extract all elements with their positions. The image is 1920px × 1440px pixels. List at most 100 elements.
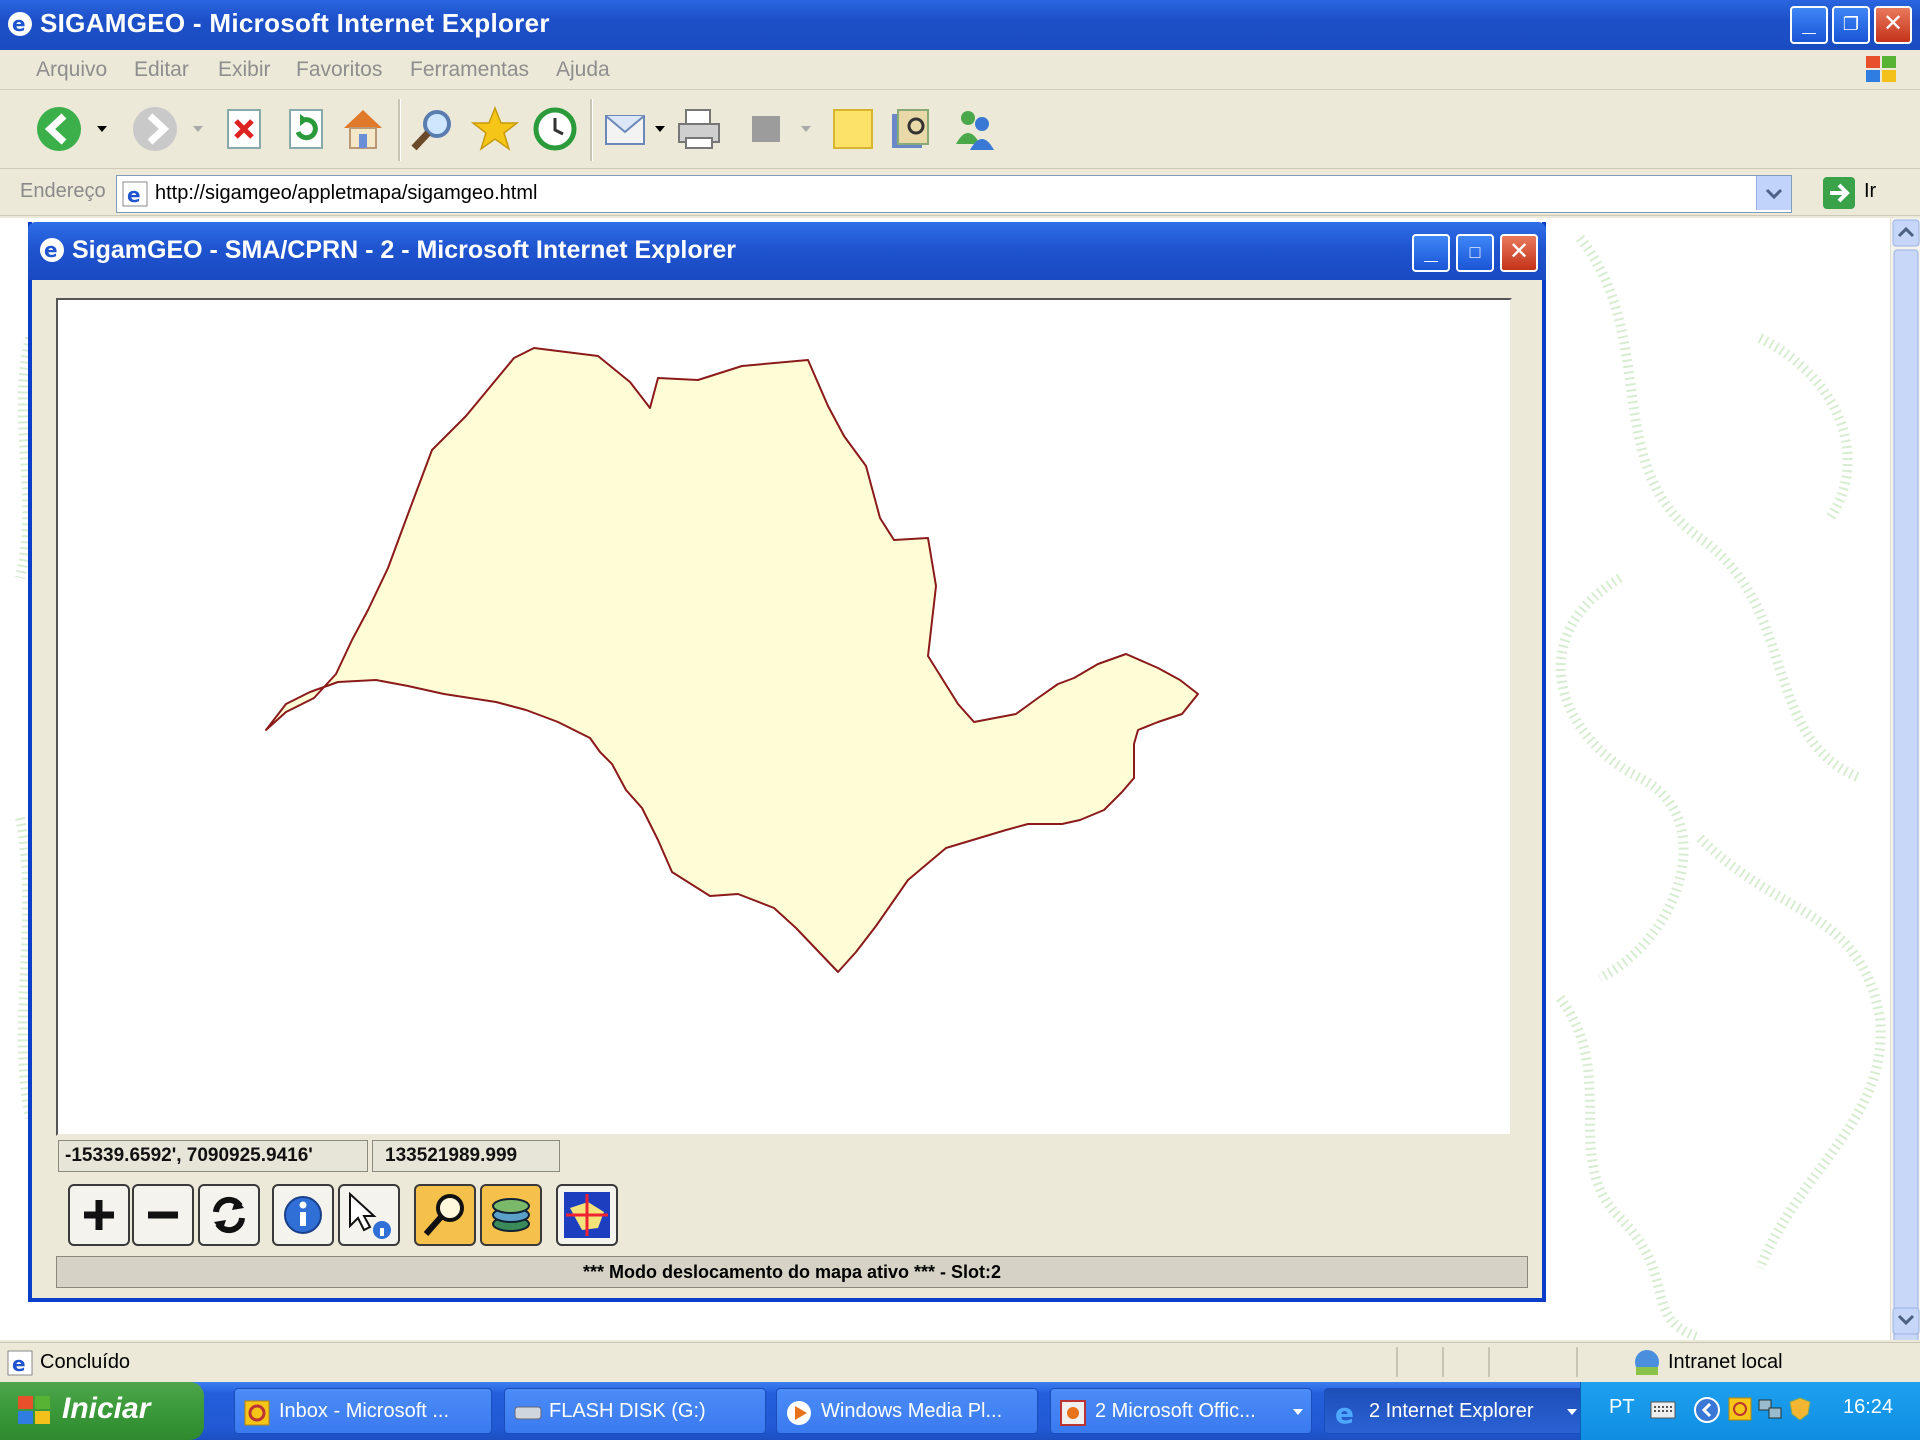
ie-icon: e [8, 12, 32, 36]
search-icon[interactable] [408, 104, 458, 154]
note-icon[interactable] [828, 104, 878, 154]
info-icon [284, 1196, 322, 1234]
edit-icon[interactable] [742, 104, 792, 154]
main-window-titlebar[interactable]: e SIGAMGEO - Microsoft Internet Explorer… [0, 0, 1920, 50]
keyboard-icon[interactable] [1649, 1398, 1677, 1422]
address-dropdown[interactable] [1756, 176, 1791, 210]
menu-favoritos[interactable]: Favoritos [296, 58, 382, 82]
refresh-tool[interactable] [198, 1184, 260, 1246]
popup-maximize-button[interactable]: □ [1456, 234, 1494, 272]
scrollbar-track [1892, 219, 1920, 1357]
chevron-down-icon [1765, 188, 1783, 200]
task-label: 2 Microsoft Offic... [1095, 1400, 1256, 1422]
media-player-icon [787, 1401, 811, 1425]
intranet-zone-icon [1635, 1350, 1659, 1375]
minus-icon [148, 1211, 178, 1219]
restore-button[interactable]: ❐ [1832, 6, 1870, 44]
layers-tool[interactable] [480, 1184, 542, 1246]
security-zone-text: Intranet local [1668, 1351, 1783, 1373]
coordinates-readout: -15339.6592', 7090925.9416' [58, 1140, 368, 1172]
history-icon[interactable] [530, 104, 580, 154]
group-arrow-icon [1293, 1409, 1303, 1415]
plus-icon [84, 1200, 114, 1230]
go-label: Ir [1864, 180, 1877, 202]
popup-close-button[interactable]: ✕ [1500, 234, 1538, 272]
vertical-scrollbar[interactable] [1890, 218, 1920, 1357]
print-icon[interactable] [674, 104, 724, 154]
address-bar: Endereço e http://sigamgeo/appletmapa/si… [0, 170, 1920, 216]
zoom-out-tool[interactable] [132, 1184, 194, 1246]
popup-titlebar[interactable]: e SigamGEO - SMA/CPRN - 2 - Microsoft In… [28, 222, 1546, 280]
task-inbox[interactable]: Inbox - Microsoft ... [234, 1388, 492, 1434]
status-bar: e Concluído Intranet local [0, 1342, 1920, 1380]
info-tool[interactable] [272, 1184, 334, 1246]
clock[interactable]: 16:24 [1843, 1396, 1893, 1419]
refresh-icon [213, 1196, 245, 1234]
network-icon[interactable] [1757, 1396, 1783, 1422]
ie-page-icon: e [122, 181, 148, 207]
menu-exibir[interactable]: Exibir [218, 58, 271, 82]
language-indicator[interactable]: PT [1609, 1396, 1635, 1419]
ie-icon: e [1335, 1399, 1354, 1427]
dropdown-icon[interactable] [92, 104, 112, 154]
favorites-icon[interactable] [470, 104, 520, 154]
svg-text:e: e [1335, 1399, 1354, 1427]
outlook-icon [244, 1400, 270, 1426]
scale-readout: 133521989.999 [372, 1140, 560, 1172]
ie-icon: e [40, 238, 64, 262]
dropdown-icon[interactable] [652, 104, 668, 154]
research-icon[interactable] [886, 104, 936, 154]
menu-editar[interactable]: Editar [134, 58, 189, 82]
office-icon [1060, 1400, 1086, 1426]
svg-text:e: e [127, 183, 141, 207]
show-hidden-icons-chevron-icon[interactable] [1693, 1396, 1721, 1424]
menu-bar: Arquivo Editar Exibir Favoritos Ferramen… [0, 50, 1920, 90]
main-window-title: SIGAMGEO - Microsoft Internet Explorer [40, 8, 550, 38]
dropdown-icon[interactable] [798, 104, 814, 154]
task-label: FLASH DISK (G:) [549, 1400, 706, 1422]
task-internet-explorer[interactable]: e 2 Internet Explorer [1324, 1388, 1586, 1434]
task-label: Windows Media Pl... [821, 1400, 1003, 1422]
sao-paulo-state-map[interactable] [58, 300, 1510, 1134]
menu-arquivo[interactable]: Arquivo [36, 58, 107, 82]
home-icon[interactable] [338, 104, 388, 154]
select-info-tool[interactable] [338, 1184, 400, 1246]
mode-status-bar: *** Modo deslocamento do mapa ativo *** … [56, 1256, 1528, 1288]
close-button[interactable]: ✕ [1874, 6, 1912, 44]
state-shape [265, 347, 1199, 973]
start-button[interactable]: Iniciar [0, 1382, 204, 1440]
full-extent-icon [564, 1192, 610, 1238]
popup-minimize-button[interactable]: _ [1412, 234, 1450, 272]
menu-ferramentas[interactable]: Ferramentas [410, 58, 529, 82]
pan-tool[interactable] [414, 1184, 476, 1246]
security-shield-icon[interactable] [1787, 1396, 1813, 1422]
task-media-player[interactable]: Windows Media Pl... [776, 1388, 1038, 1434]
go-arrow-icon [1823, 177, 1855, 209]
address-input[interactable]: e http://sigamgeo/appletmapa/sigamgeo.ht… [116, 175, 1792, 213]
stop-icon[interactable] [220, 104, 270, 154]
messenger-icon[interactable] [950, 104, 1000, 154]
back-icon[interactable] [34, 104, 84, 154]
minimize-button[interactable]: _ [1790, 6, 1828, 44]
map-canvas[interactable] [56, 298, 1512, 1136]
popup-title: SigamGEO - SMA/CPRN - 2 - Microsoft Inte… [72, 236, 736, 264]
dropdown-icon[interactable] [188, 104, 208, 154]
start-label: Iniciar [62, 1392, 151, 1425]
reminder-icon[interactable] [1727, 1396, 1753, 1422]
task-flash-disk[interactable]: FLASH DISK (G:) [504, 1388, 766, 1434]
menu-ajuda[interactable]: Ajuda [556, 58, 610, 82]
group-arrow-icon [1567, 1409, 1577, 1415]
forward-icon[interactable] [130, 104, 180, 154]
taskbar: Iniciar Inbox - Microsoft ... FLASH DISK… [0, 1382, 1920, 1440]
svg-text:e: e [12, 12, 26, 36]
system-tray: PT 16:24 [1580, 1382, 1920, 1440]
drive-icon [514, 1406, 542, 1420]
mail-icon[interactable] [602, 104, 652, 154]
task-label: Inbox - Microsoft ... [279, 1400, 450, 1422]
refresh-icon[interactable] [282, 104, 332, 154]
zoom-in-tool[interactable] [68, 1184, 130, 1246]
full-extent-tool[interactable] [556, 1184, 618, 1246]
go-button[interactable]: Ir [1822, 176, 1914, 210]
address-url[interactable]: http://sigamgeo/appletmapa/sigamgeo.html [155, 182, 537, 205]
task-office[interactable]: 2 Microsoft Offic... [1050, 1388, 1312, 1434]
